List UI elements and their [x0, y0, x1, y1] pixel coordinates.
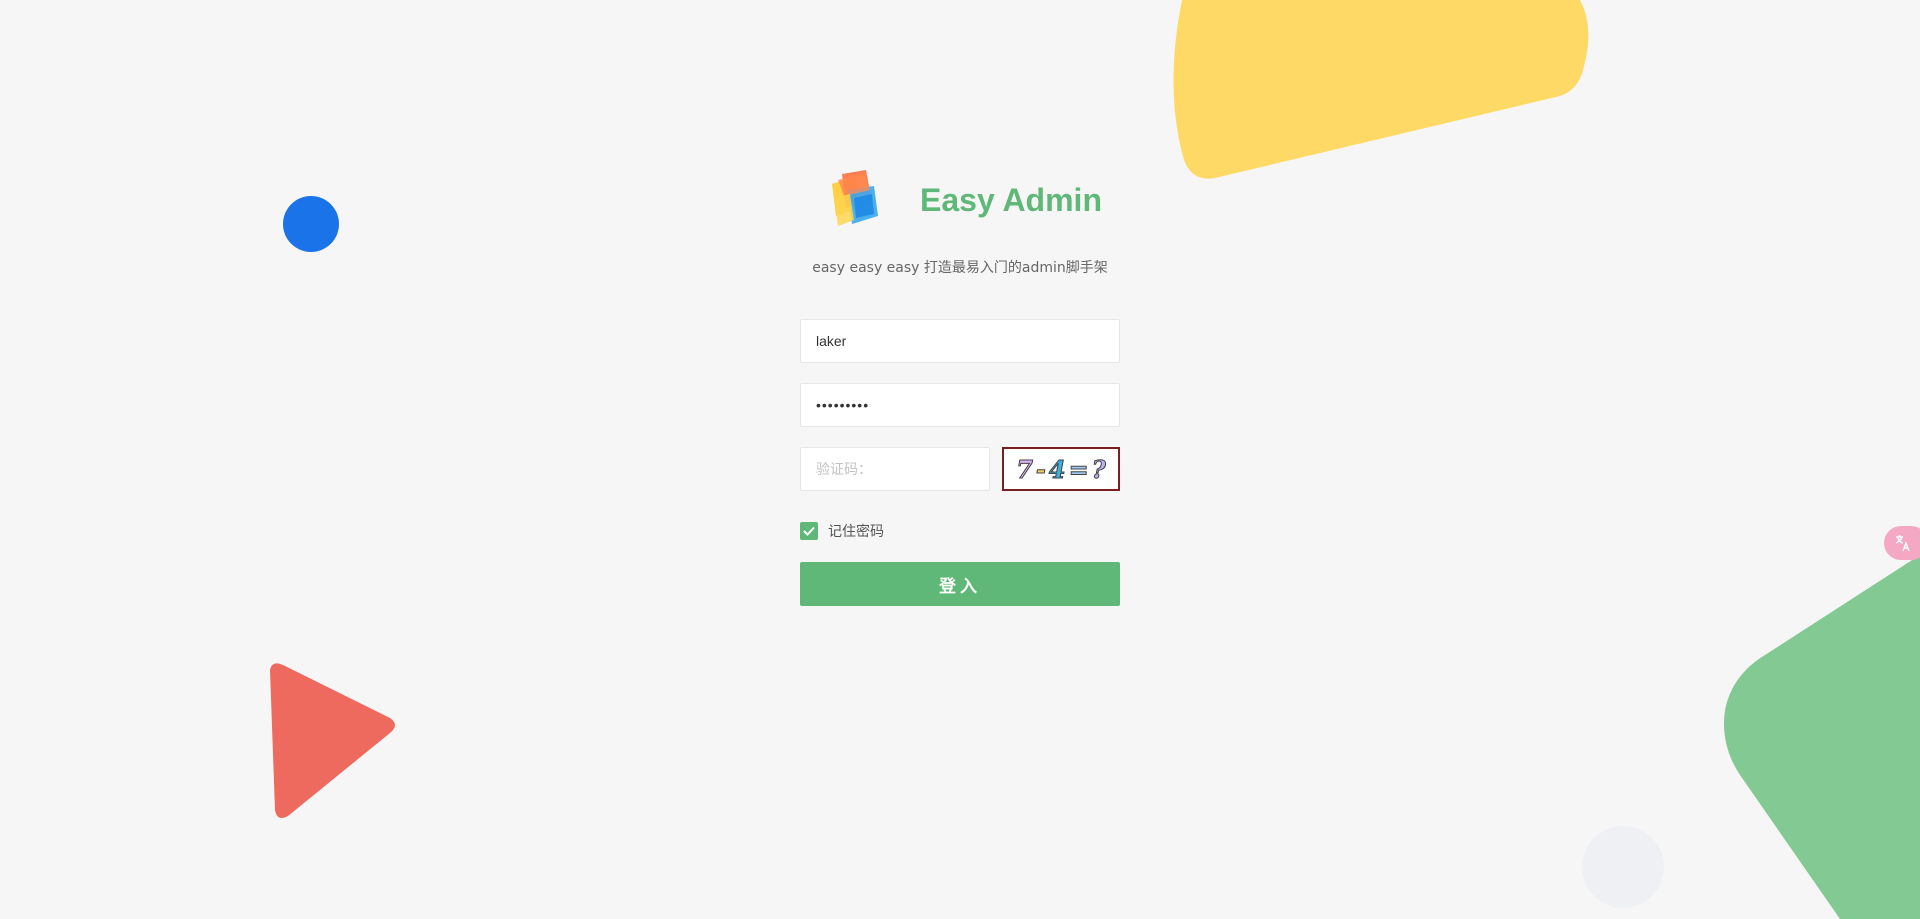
green-diamond-shape [1724, 545, 1920, 919]
app-title: Easy Admin [920, 182, 1102, 218]
brand-header: Easy Admin [820, 164, 1102, 234]
faint-circle-shape [1582, 826, 1664, 908]
password-input[interactable] [800, 383, 1120, 427]
captcha-char: ? [1091, 454, 1106, 484]
app-subtitle: easy easy easy 打造最易入门的admin脚手架 [812, 260, 1108, 276]
captcha-input[interactable] [800, 447, 990, 491]
captcha-char: 7 [1016, 454, 1034, 484]
captcha-char: - [1035, 454, 1046, 484]
cube-logo-icon [832, 170, 878, 226]
login-button[interactable]: 登入 [800, 562, 1120, 606]
username-input[interactable] [800, 319, 1120, 363]
checkbox-checked-icon[interactable] [800, 522, 818, 540]
translate-icon[interactable] [1884, 526, 1920, 560]
yellow-semicircle-shape [1173, 0, 1589, 179]
red-triangle-shape [270, 663, 395, 818]
remember-password-checkbox[interactable]: 记住密码 [800, 522, 884, 540]
remember-password-label: 记住密码 [828, 524, 884, 540]
captcha-char: 4 [1048, 454, 1066, 484]
captcha-image[interactable]: 7 - 4 = ? [1002, 447, 1120, 491]
captcha-char: = [1068, 454, 1089, 484]
blue-circle-shape [283, 196, 339, 252]
